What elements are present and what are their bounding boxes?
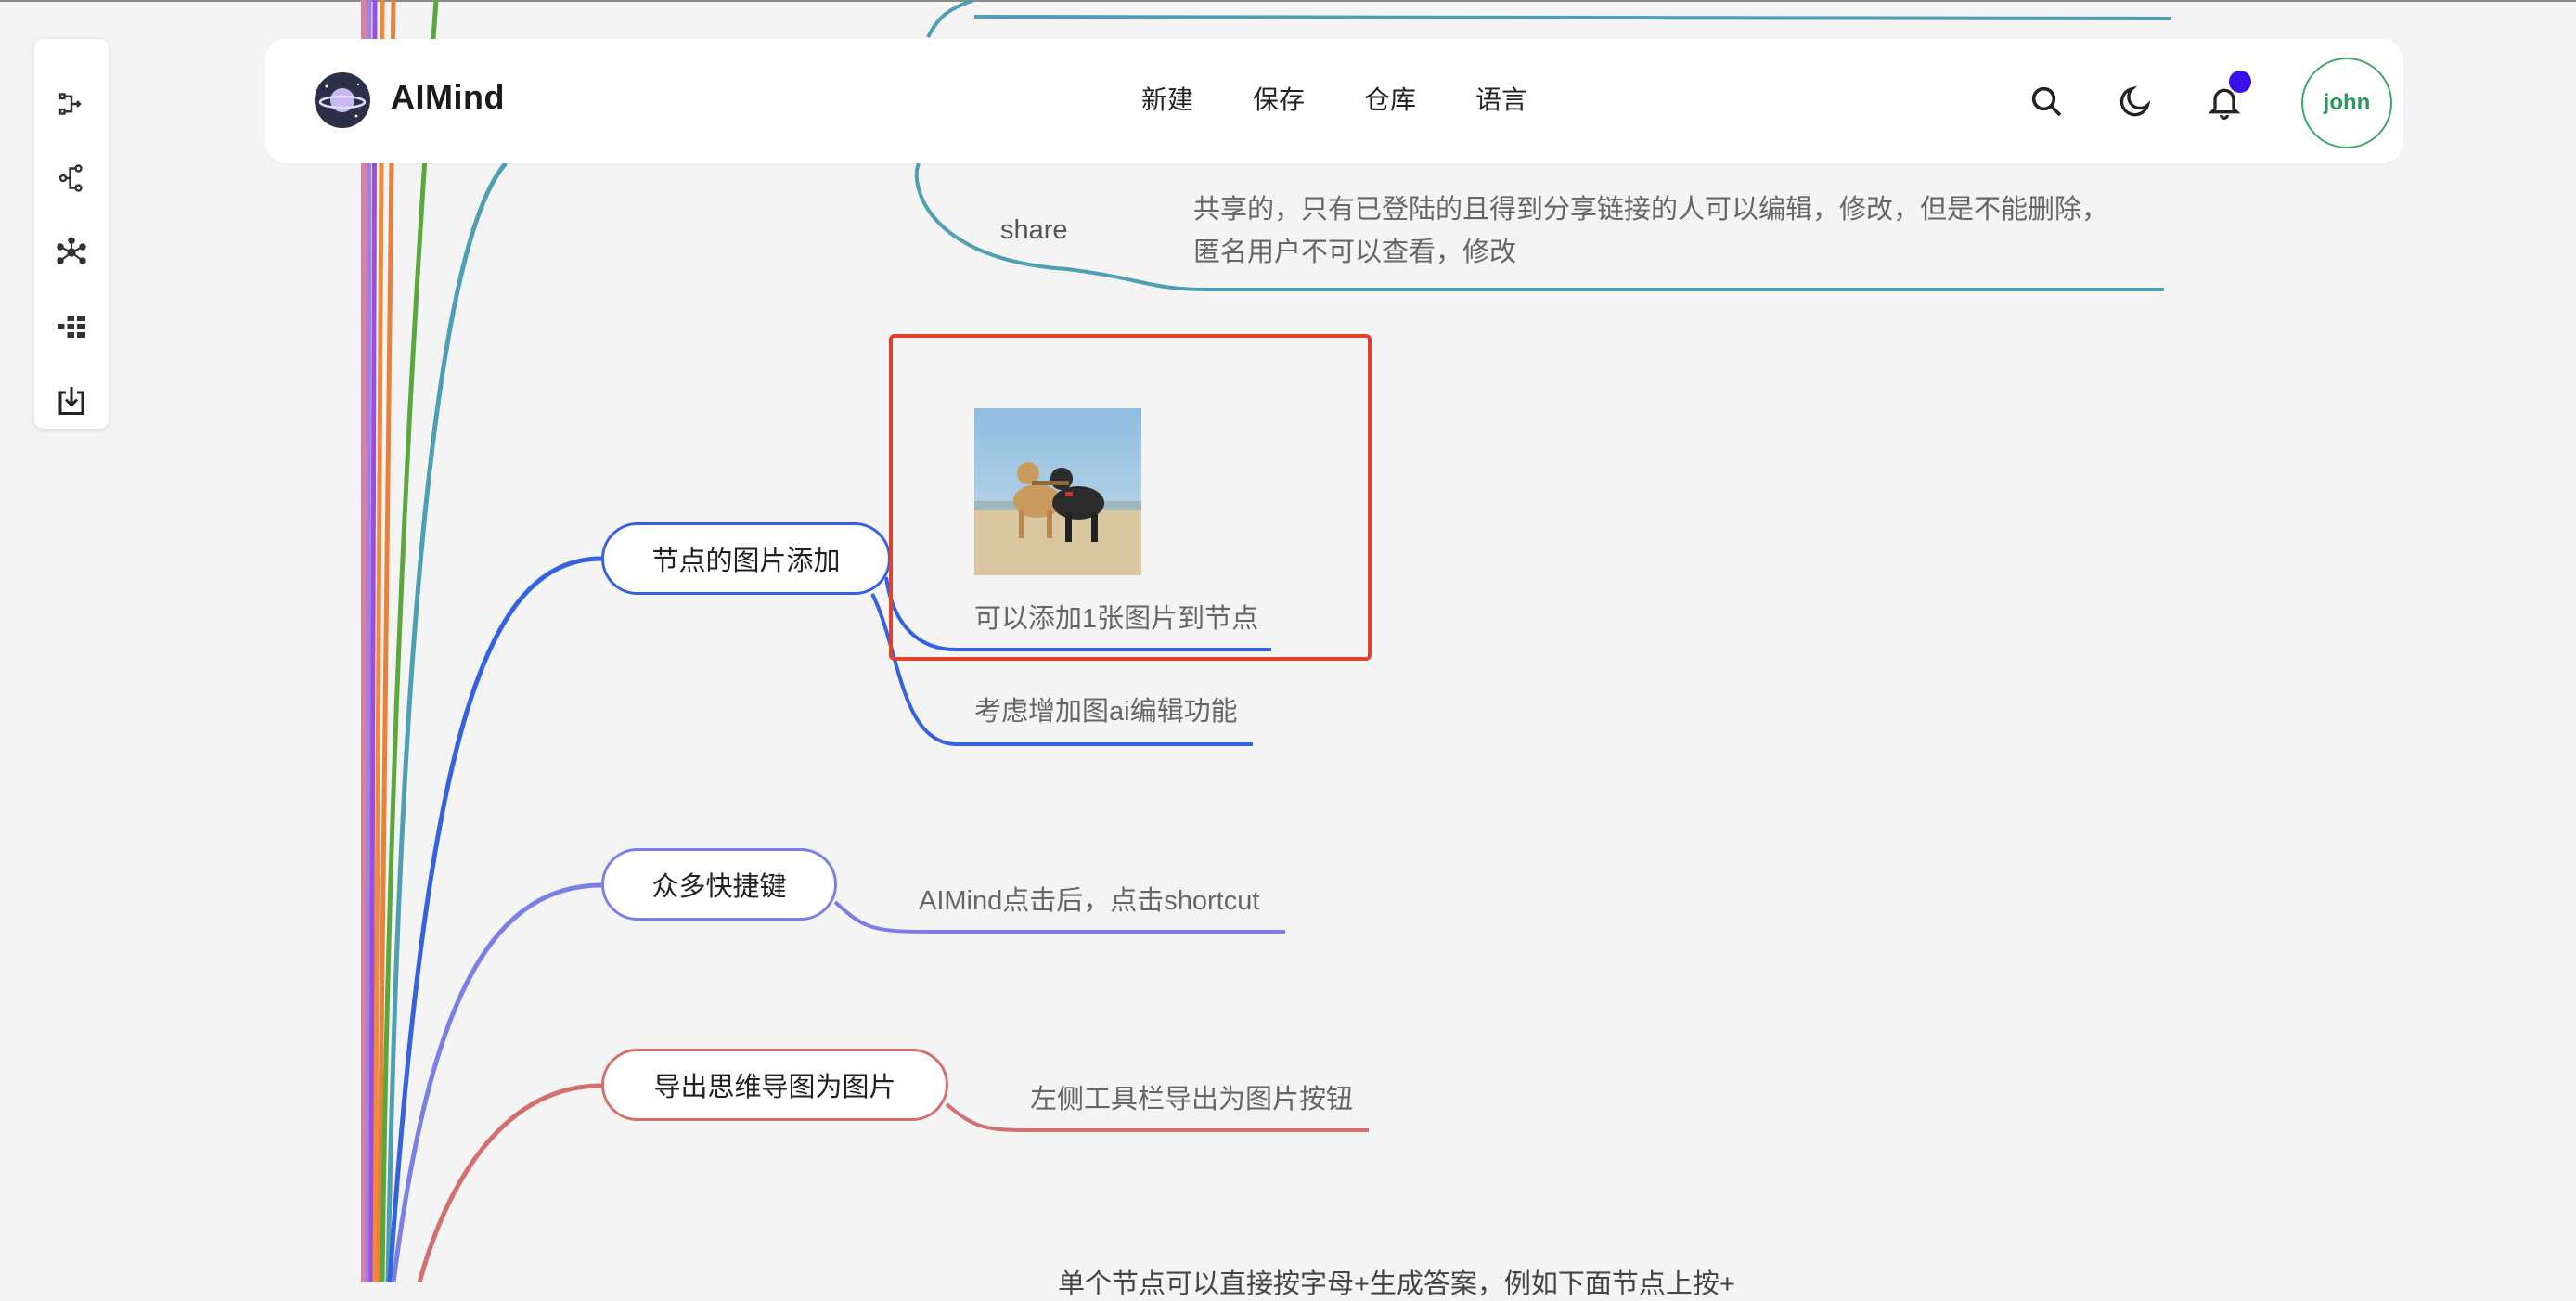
share-description[interactable]: 共享的，只有已登陆的且得到分享链接的人可以编辑，修改，但是不能删除， 匿名用户不… <box>1193 188 2108 274</box>
share-description-line2: 匿名用户不可以查看，修改 <box>1193 238 1517 267</box>
nav-repository[interactable]: 仓库 <box>1364 80 1416 117</box>
layout-radial-button[interactable] <box>49 230 94 275</box>
shortcut-child[interactable]: AIMind点击后，点击shortcut <box>919 879 1259 918</box>
left-toolbar <box>34 39 109 429</box>
export-node[interactable]: 导出思维导图为图片 <box>601 1049 948 1121</box>
theme-toggle-button[interactable] <box>2108 74 2162 128</box>
moon-icon <box>2119 85 2151 117</box>
layout-right-button[interactable] <box>49 82 94 126</box>
layout-tree-button[interactable] <box>49 156 94 200</box>
node-image <box>974 408 1141 575</box>
aimind-logo <box>314 71 371 129</box>
image-node[interactable]: 节点的图片添加 <box>601 522 891 595</box>
image-child-ai-edit[interactable]: 考虑增加图ai编辑功能 <box>974 689 1238 728</box>
share-node[interactable]: share <box>1000 215 1068 246</box>
export-child[interactable]: 左侧工具栏导出为图片按钮 <box>1030 1077 1353 1116</box>
shortcut-node[interactable]: 众多快捷键 <box>601 848 837 921</box>
export-image-button[interactable] <box>49 379 94 423</box>
search-icon <box>2031 86 2062 117</box>
nav-new[interactable]: 新建 <box>1141 80 1193 117</box>
app-name: AIMind <box>391 78 505 116</box>
clipped-node-text[interactable]: 单个节点可以直接按字母+生成答案，例如下面节点上按+ <box>1058 1262 1735 1301</box>
layout-org-button[interactable] <box>49 304 94 349</box>
top-header: AIMind 新建 保存 仓库 语言 john <box>265 39 2403 163</box>
search-button[interactable] <box>2019 74 2073 128</box>
export-icon <box>58 387 84 415</box>
layout-tree-icon <box>58 164 83 192</box>
image-child-add-image[interactable]: 可以添加1张图片到节点 <box>974 597 1258 636</box>
layout-right-icon <box>58 93 82 115</box>
share-description-line1: 共享的，只有已登陆的且得到分享链接的人可以编辑，修改，但是不能删除， <box>1193 195 2109 225</box>
user-avatar[interactable]: john <box>2301 58 2392 148</box>
notification-badge <box>2229 71 2251 93</box>
layout-radial-icon <box>57 237 86 264</box>
layout-org-icon <box>58 316 85 338</box>
nav-save[interactable]: 保存 <box>1253 80 1305 117</box>
nav-language[interactable]: 语言 <box>1475 80 1527 117</box>
